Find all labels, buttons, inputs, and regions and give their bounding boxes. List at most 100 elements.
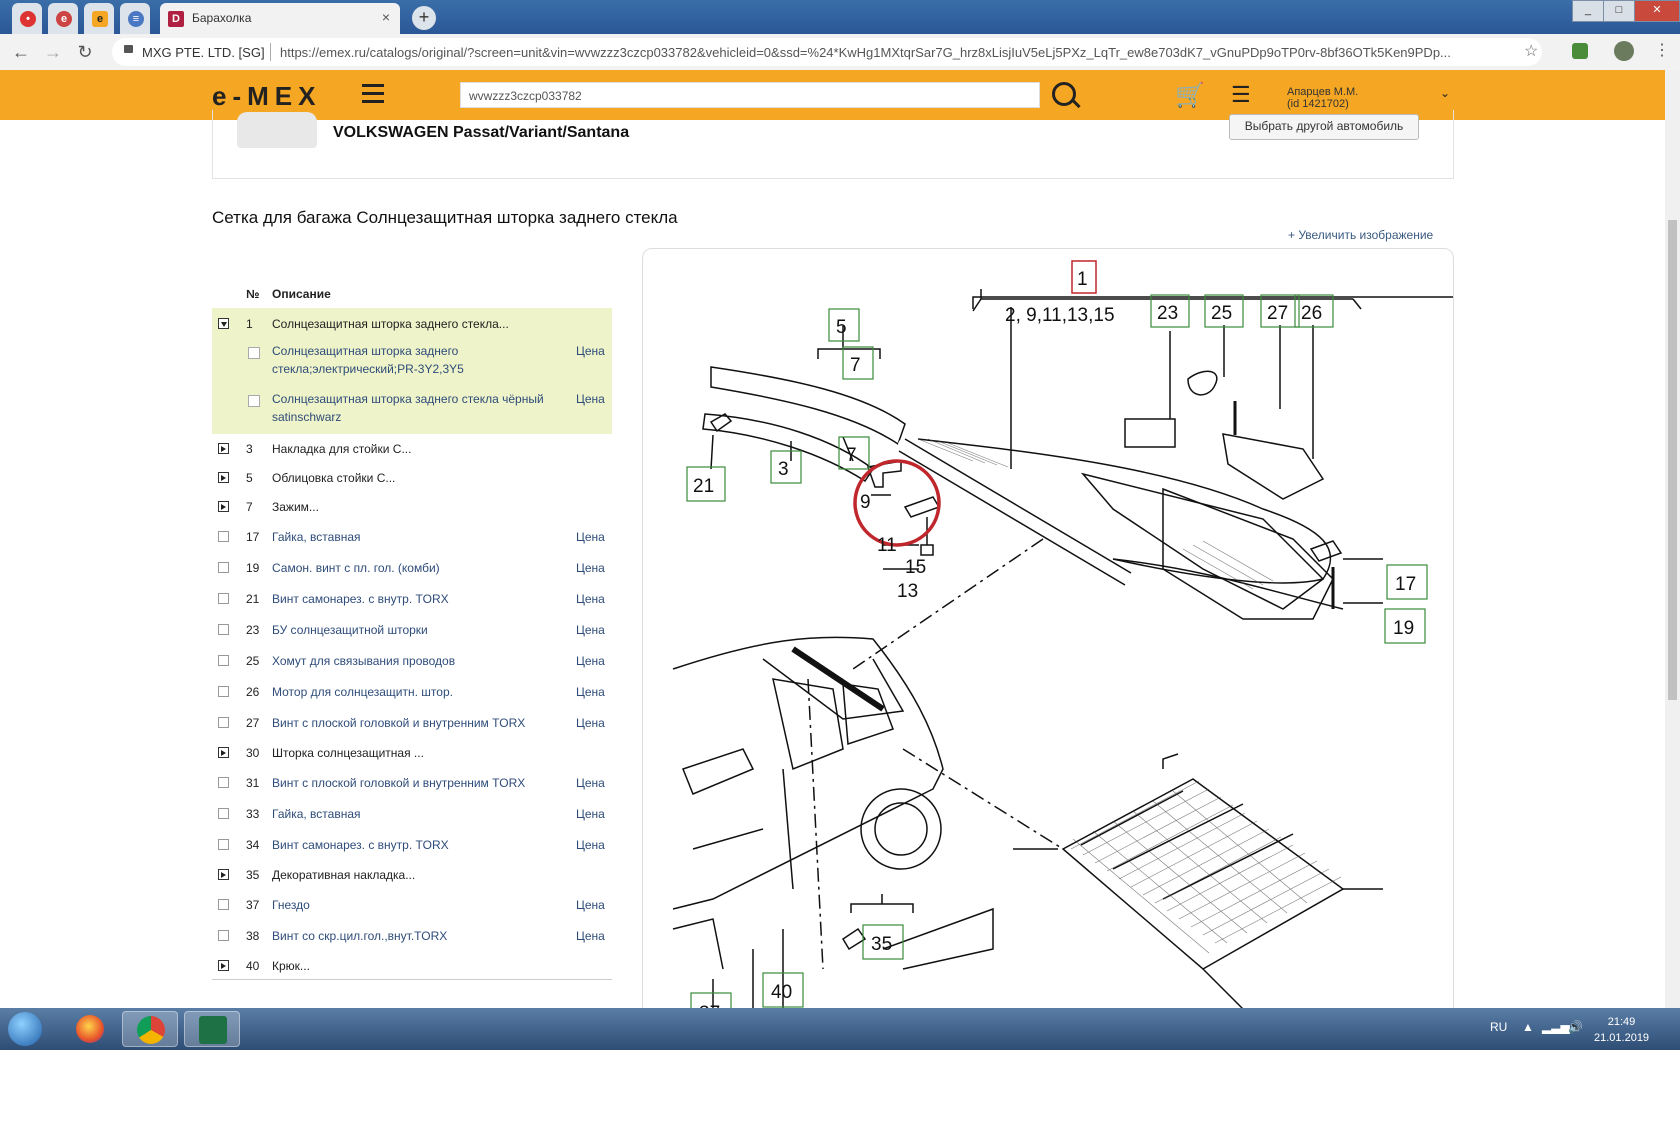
search-input[interactable]: wvwzzz3czcp033782 <box>460 82 1040 108</box>
expand-toggle-icon[interactable] <box>218 960 229 971</box>
tab-close-icon[interactable]: × <box>382 9 390 25</box>
price-link[interactable]: Цена <box>576 592 605 606</box>
start-button[interactable] <box>8 1012 42 1046</box>
tab-2[interactable]: e <box>48 3 78 34</box>
callout-label[interactable]: 7 <box>846 445 857 466</box>
callout-label[interactable]: 5 <box>836 317 847 338</box>
taskbar-firefox[interactable] <box>62 1011 118 1047</box>
row-checkbox[interactable] <box>218 899 229 910</box>
emex-logo[interactable]: e-MEX <box>212 81 321 112</box>
row-description[interactable]: Винт самонарез. с внутр. TORX <box>272 590 562 608</box>
row-description[interactable]: БУ солнцезащитной шторки <box>272 621 562 639</box>
row-description[interactable]: Винт с плоской головкой и внутренним TOR… <box>272 714 562 732</box>
table-row[interactable]: 30 Шторка солнцезащитная ... <box>212 738 612 767</box>
bookmark-star-icon[interactable]: ☆ <box>1524 41 1538 61</box>
forward-arrow-icon[interactable]: → <box>42 41 64 63</box>
table-row[interactable]: 37 Гнездо Цена <box>212 889 612 920</box>
tab-4[interactable]: ≡ <box>120 3 150 34</box>
callout-label[interactable]: 3 <box>778 459 789 480</box>
price-link[interactable]: Цена <box>576 392 605 406</box>
row-description[interactable]: Облицовка стойки C... <box>272 469 562 487</box>
row-checkbox[interactable] <box>248 347 260 359</box>
table-row[interactable]: 35 Декоративная накладка... <box>212 860 612 889</box>
language-indicator[interactable]: RU <box>1490 1020 1507 1034</box>
row-description[interactable]: Зажим... <box>272 498 562 516</box>
callout-label[interactable]: 26 <box>1301 303 1322 324</box>
table-row[interactable]: 7 Зажим... <box>212 492 612 521</box>
callout-label[interactable]: 23 <box>1157 303 1178 324</box>
table-row[interactable]: 33 Гайка, вставная Цена <box>212 798 612 829</box>
order-list-icon[interactable]: ☰ <box>1231 82 1251 108</box>
row-checkbox[interactable] <box>218 562 229 573</box>
row-checkbox[interactable] <box>218 717 229 728</box>
callout-label[interactable]: 25 <box>1211 303 1232 324</box>
row-description[interactable]: Накладка для стойки C... <box>272 440 562 458</box>
price-link[interactable]: Цена <box>576 929 605 943</box>
callout-label[interactable]: 15 <box>905 557 926 578</box>
row-description[interactable]: Декоративная накладка... <box>272 866 562 884</box>
expand-toggle-icon[interactable] <box>218 501 229 512</box>
table-row[interactable]: 19 Самон. винт с пл. гол. (комби) Цена <box>212 552 612 583</box>
callout-label[interactable]: 7 <box>850 355 861 376</box>
expand-toggle-icon[interactable] <box>218 318 229 329</box>
row-checkbox[interactable] <box>218 777 229 788</box>
change-vehicle-button[interactable]: Выбрать другой автомобиль <box>1229 114 1419 140</box>
row-checkbox[interactable] <box>218 839 229 850</box>
row-checkbox[interactable] <box>218 624 229 635</box>
network-icon[interactable]: ▂▃▅ <box>1542 1020 1570 1034</box>
table-row[interactable]: 27 Винт с плоской головкой и внутренним T… <box>212 707 612 738</box>
row-description[interactable]: Винт самонарез. с внутр. TORX <box>272 836 562 854</box>
callout-label[interactable]: 27 <box>1267 303 1288 324</box>
price-link[interactable]: Цена <box>576 530 605 544</box>
window-maximize-button[interactable]: □ <box>1603 0 1635 22</box>
price-link[interactable]: Цена <box>576 716 605 730</box>
row-checkbox[interactable] <box>218 531 229 542</box>
row-description[interactable]: Крюк... <box>272 957 562 975</box>
callout-label[interactable]: 17 <box>1395 574 1416 595</box>
callout-label[interactable]: 11 <box>877 535 897 556</box>
callout-label[interactable]: 13 <box>897 581 918 602</box>
price-link[interactable]: Цена <box>576 561 605 575</box>
table-row[interactable]: Солнцезащитная шторка заднего стекла чёр… <box>212 386 612 434</box>
row-description[interactable]: Гнездо <box>272 896 562 914</box>
table-row[interactable]: 34 Винт самонарез. с внутр. TORX Цена <box>212 829 612 860</box>
table-row[interactable]: 25 Хомут для связывания проводов Цена <box>212 645 612 676</box>
profile-avatar[interactable] <box>1614 41 1634 61</box>
table-row[interactable]: 5 Облицовка стойки C... <box>212 463 612 492</box>
price-link[interactable]: Цена <box>576 623 605 637</box>
table-row[interactable]: 21 Винт самонарез. с внутр. TORX Цена <box>212 583 612 614</box>
row-description[interactable]: Гайка, вставная <box>272 528 562 546</box>
table-row[interactable]: 40 Крюк... <box>212 951 612 980</box>
window-close-button[interactable]: ✕ <box>1634 0 1680 22</box>
volume-icon[interactable]: 🔊 <box>1568 1020 1583 1034</box>
cart-icon[interactable]: 🛒 <box>1175 81 1205 110</box>
callout-label[interactable]: 21 <box>693 476 714 497</box>
callout-label[interactable]: 19 <box>1393 618 1414 639</box>
table-row[interactable]: 26 Мотор для солнцезащитн. штор. Цена <box>212 676 612 707</box>
price-link[interactable]: Цена <box>576 807 605 821</box>
row-description[interactable]: Мотор для солнцезащитн. штор. <box>272 683 562 701</box>
tab-3[interactable]: e <box>84 3 114 34</box>
row-checkbox[interactable] <box>248 395 260 407</box>
row-checkbox[interactable] <box>218 655 229 666</box>
expand-toggle-icon[interactable] <box>218 472 229 483</box>
expand-toggle-icon[interactable] <box>218 869 229 880</box>
row-checkbox[interactable] <box>218 593 229 604</box>
tab-1[interactable]: • <box>12 3 42 34</box>
browser-menu-icon[interactable]: ⋮ <box>1654 40 1670 60</box>
system-clock[interactable]: 21:49 21.01.2019 <box>1594 1014 1649 1046</box>
tab-barakholka[interactable]: D Барахолка × <box>160 3 400 34</box>
row-description[interactable]: Солнцезащитная шторка заднего стекла;эле… <box>272 342 562 378</box>
row-description[interactable]: Солнцезащитная шторка заднего стекла... <box>272 315 562 333</box>
row-description[interactable]: Шторка солнцезащитная ... <box>272 744 562 762</box>
callout-label[interactable]: 35 <box>871 934 892 955</box>
row-checkbox[interactable] <box>218 808 229 819</box>
row-description[interactable]: Гайка, вставная <box>272 805 562 823</box>
table-row[interactable]: 17 Гайка, вставная Цена <box>212 521 612 552</box>
hamburger-menu-icon[interactable] <box>362 84 384 108</box>
search-icon[interactable] <box>1052 82 1076 106</box>
taskbar-chrome[interactable] <box>122 1011 178 1047</box>
table-row[interactable]: Солнцезащитная шторка заднего стекла;эле… <box>212 338 612 386</box>
expand-toggle-icon[interactable] <box>218 443 229 454</box>
price-link[interactable]: Цена <box>576 344 605 358</box>
